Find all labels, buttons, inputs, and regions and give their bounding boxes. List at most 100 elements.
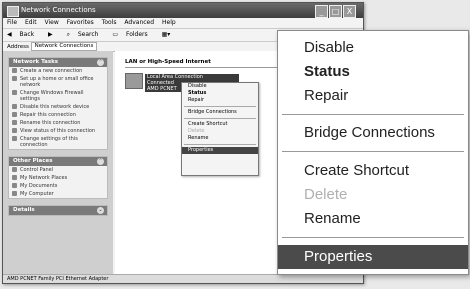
- menu-tools[interactable]: Tools: [102, 19, 117, 26]
- documents-icon: [12, 183, 17, 188]
- menu-edit[interactable]: Edit: [25, 19, 37, 26]
- folder-icon: ▭: [112, 31, 120, 38]
- place-label: Control Panel: [20, 167, 54, 173]
- zoomed-context-menu: Disable Status Repair Bridge Connections…: [277, 30, 469, 275]
- minimize-button[interactable]: _: [315, 5, 328, 18]
- task-label: Rename this connection: [20, 120, 81, 126]
- place-my-documents[interactable]: My Documents: [9, 182, 107, 190]
- repair-icon: [12, 112, 17, 117]
- zoom-item-repair[interactable]: Repair: [304, 87, 348, 104]
- menu-bar: File Edit View Favorites Tools Advanced …: [3, 18, 363, 29]
- zoom-separator: [282, 237, 464, 238]
- network-tasks-title: Network Tasks: [13, 59, 59, 65]
- menu-item-delete[interactable]: Delete: [182, 128, 258, 135]
- task-disable-device[interactable]: Disable this network device: [9, 103, 107, 111]
- back-button[interactable]: ◀ Back: [7, 31, 40, 38]
- address-field[interactable]: Network Connections: [30, 42, 98, 51]
- task-firewall[interactable]: Change Windows Firewall settings: [9, 89, 107, 103]
- zoom-separator: [282, 114, 464, 115]
- back-arrow-icon: ◀: [7, 31, 14, 38]
- address-label: Address: [7, 44, 29, 50]
- expand-chevron-icon[interactable]: ⌄: [97, 207, 104, 214]
- network-connection-icon[interactable]: [125, 73, 143, 89]
- status-text: AMD PCNET Family PCI Ethernet Adapter: [7, 276, 109, 282]
- menu-favorites[interactable]: Favorites: [67, 19, 94, 26]
- home-network-icon: [12, 76, 17, 81]
- settings-icon: [12, 136, 17, 141]
- details-title: Details: [13, 207, 35, 213]
- task-change-settings[interactable]: Change settings of this connection: [9, 135, 107, 149]
- zoom-item-delete[interactable]: Delete: [304, 186, 347, 203]
- place-my-network-places[interactable]: My Network Places: [9, 174, 107, 182]
- disable-icon: [12, 104, 17, 109]
- network-tasks-header[interactable]: Network Tasks ⌃: [9, 58, 107, 67]
- views-icon: ▦▾: [161, 31, 171, 38]
- status-bar: AMD PCNET Family PCI Ethernet Adapter: [3, 274, 363, 283]
- zoom-separator: [282, 151, 464, 152]
- other-places-header[interactable]: Other Places ⌃: [9, 157, 107, 166]
- place-control-panel[interactable]: Control Panel: [9, 166, 107, 174]
- back-label: Back: [19, 31, 35, 38]
- menu-item-rename[interactable]: Rename: [182, 135, 258, 142]
- place-label: My Computer: [20, 191, 54, 197]
- place-my-computer[interactable]: My Computer: [9, 190, 107, 198]
- zoom-item-create-shortcut[interactable]: Create Shortcut: [304, 162, 409, 179]
- menu-item-bridge[interactable]: Bridge Connections: [182, 109, 258, 116]
- new-connection-icon: [12, 68, 17, 73]
- search-icon: ⌕: [66, 31, 72, 38]
- menu-file[interactable]: File: [7, 19, 17, 26]
- collapse-chevron-icon[interactable]: ⌃: [97, 59, 104, 66]
- rename-icon: [12, 120, 17, 125]
- firewall-icon: [12, 90, 17, 95]
- network-folder-icon: [7, 6, 19, 17]
- control-panel-icon: [12, 167, 17, 172]
- computer-icon: [12, 191, 17, 196]
- zoom-item-status[interactable]: Status: [304, 63, 350, 80]
- menu-item-create-shortcut[interactable]: Create Shortcut: [182, 121, 258, 128]
- menu-help[interactable]: Help: [162, 19, 176, 26]
- forward-arrow-icon: ▶: [48, 31, 53, 38]
- menu-separator: [184, 144, 256, 145]
- forward-button[interactable]: ▶: [48, 31, 59, 38]
- network-tasks-panel: Network Tasks ⌃ Create a new connection …: [8, 57, 108, 150]
- task-home-network[interactable]: Set up a home or small office network: [9, 75, 107, 89]
- network-places-icon: [12, 175, 17, 180]
- views-button[interactable]: ▦▾: [162, 31, 177, 38]
- status-icon: [12, 128, 17, 133]
- task-label: Repair this connection: [20, 112, 76, 118]
- zoom-item-properties[interactable]: Properties: [278, 245, 468, 269]
- task-create-connection[interactable]: Create a new connection: [9, 67, 107, 75]
- menu-separator: [184, 118, 256, 119]
- menu-item-properties[interactable]: Properties: [182, 147, 258, 154]
- task-label: View status of this connection: [20, 128, 96, 134]
- task-label: Set up a home or small office network: [20, 76, 94, 88]
- menu-item-disable[interactable]: Disable: [182, 83, 258, 90]
- task-label: Change Windows Firewall settings: [20, 90, 84, 102]
- collapse-chevron-icon[interactable]: ⌃: [97, 158, 104, 165]
- context-menu: Disable Status Repair Bridge Connections…: [181, 82, 259, 176]
- title-bar[interactable]: Network Connections _ □ X: [3, 3, 363, 18]
- task-view-status[interactable]: View status of this connection: [9, 127, 107, 135]
- menu-item-repair[interactable]: Repair: [182, 97, 258, 104]
- details-header[interactable]: Details ⌄: [9, 206, 107, 215]
- other-places-title: Other Places: [13, 158, 53, 164]
- zoom-item-disable[interactable]: Disable: [304, 39, 354, 56]
- details-panel: Details ⌄: [8, 205, 108, 216]
- task-rename[interactable]: Rename this connection: [9, 119, 107, 127]
- folders-button[interactable]: ▭ Folders: [112, 31, 153, 38]
- folders-label: Folders: [125, 31, 148, 38]
- task-repair[interactable]: Repair this connection: [9, 111, 107, 119]
- window-title: Network Connections: [21, 6, 96, 14]
- place-label: My Documents: [20, 183, 58, 189]
- menu-advanced[interactable]: Advanced: [124, 19, 154, 26]
- zoom-item-rename[interactable]: Rename: [304, 210, 361, 227]
- task-label: Disable this network device: [20, 104, 90, 110]
- place-label: My Network Places: [20, 175, 68, 181]
- menu-item-status[interactable]: Status: [182, 90, 258, 97]
- close-button[interactable]: X: [343, 5, 356, 18]
- address-value: Network Connections: [34, 43, 94, 49]
- search-button[interactable]: ⌕ Search: [67, 31, 105, 38]
- menu-view[interactable]: View: [45, 19, 59, 26]
- maximize-button[interactable]: □: [329, 5, 342, 18]
- zoom-item-bridge[interactable]: Bridge Connections: [304, 124, 435, 141]
